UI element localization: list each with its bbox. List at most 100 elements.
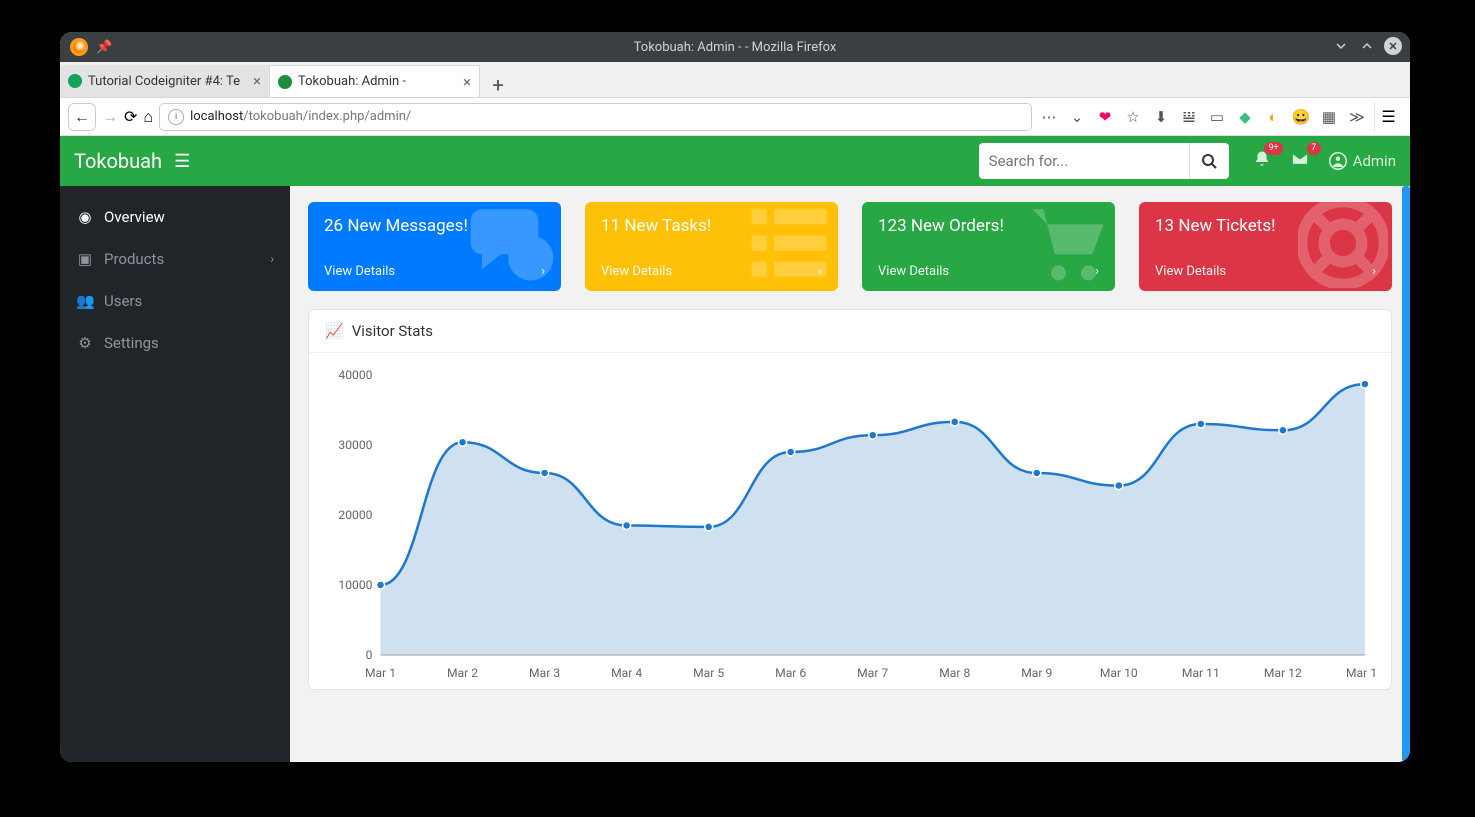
- home-button[interactable]: ⌂: [143, 107, 153, 127]
- users-icon: 👥: [76, 292, 94, 310]
- heart-icon[interactable]: ❤: [1094, 108, 1116, 126]
- card-tickets[interactable]: 13 New Tickets! View Details ›: [1139, 202, 1392, 291]
- tab-title: Tokobuah: Admin -: [298, 74, 457, 89]
- reload-button[interactable]: ⟳: [124, 107, 137, 126]
- svg-text:Mar 4: Mar 4: [611, 666, 642, 680]
- svg-text:10000: 10000: [338, 578, 372, 592]
- svg-text:Mar 12: Mar 12: [1264, 666, 1302, 680]
- sidebar: ◉ Overview ▣ Products › 👥 Users ⚙ Settin…: [60, 186, 290, 762]
- svg-text:Mar 3: Mar 3: [529, 666, 560, 680]
- reader-icon[interactable]: ▭: [1206, 108, 1228, 126]
- card-title: 123 New Orders!: [878, 216, 1099, 236]
- user-label: Admin: [1353, 152, 1396, 170]
- pin-icon[interactable]: 📌: [96, 40, 112, 55]
- card-tasks[interactable]: 11 New Tasks! View Details›: [585, 202, 838, 291]
- sidebar-item-users[interactable]: 👥 Users: [60, 280, 290, 322]
- pocket-icon[interactable]: ⌄: [1066, 108, 1088, 126]
- notif-badge: 9+: [1264, 142, 1282, 155]
- browser-tabstrip: Tutorial Codeigniter #4: Te × Tokobuah: …: [60, 62, 1410, 98]
- svg-text:Mar 8: Mar 8: [939, 666, 970, 680]
- new-tab-button[interactable]: +: [480, 73, 516, 97]
- stats-cards: 26 New Messages! View Details› 11 New Ta…: [308, 202, 1392, 291]
- url-host: localhost: [190, 109, 243, 124]
- svg-text:Mar 6: Mar 6: [775, 666, 806, 680]
- scrollbar-thumb[interactable]: [1402, 186, 1410, 762]
- app-body: ◉ Overview ▣ Products › 👥 Users ⚙ Settin…: [60, 186, 1410, 762]
- library-icon[interactable]: 𝍎: [1178, 108, 1200, 126]
- more-icon[interactable]: ⋯: [1038, 108, 1060, 126]
- tab-close-button[interactable]: ×: [463, 73, 471, 91]
- favicon-icon: [68, 74, 82, 88]
- gear-icon: ⚙: [76, 334, 94, 352]
- browser-toolbar: ← → ⟳ ⌂ i localhost/tokobuah/index.php/a…: [60, 98, 1410, 136]
- sidebar-item-products[interactable]: ▣ Products ›: [60, 238, 290, 280]
- svg-text:Mar 2: Mar 2: [447, 666, 478, 680]
- overflow-icon[interactable]: ≫: [1346, 108, 1368, 126]
- tab-title: Tutorial Codeigniter #4: Te: [88, 74, 247, 89]
- ext-icon[interactable]: ◆: [1234, 108, 1256, 126]
- card-link: View Details: [601, 264, 672, 279]
- window-titlebar: 📌 Tokobuah: Admin - - Mozilla Firefox: [60, 32, 1410, 62]
- sidebar-item-settings[interactable]: ⚙ Settings: [60, 322, 290, 364]
- back-button[interactable]: ←: [68, 103, 96, 131]
- chevron-right-icon: ›: [1372, 264, 1376, 279]
- visitor-stats-chart: 0 10000 20000 30000 40000 Mar 1 Mar 2 Mar 3 Mar …: [325, 365, 1375, 685]
- cubes-icon: ▣: [76, 250, 94, 268]
- svg-text:Mar 9: Mar 9: [1021, 666, 1052, 680]
- window-close-button[interactable]: [1384, 37, 1402, 55]
- brand[interactable]: Tokobuah: [74, 149, 162, 173]
- bookmark-star-icon[interactable]: ☆: [1122, 108, 1144, 126]
- panel-title: Visitor Stats: [352, 322, 433, 340]
- tab-close-button[interactable]: ×: [253, 72, 261, 90]
- svg-text:Mar 11: Mar 11: [1182, 666, 1220, 680]
- search-input[interactable]: [979, 143, 1189, 179]
- card-link: View Details: [1155, 264, 1226, 279]
- sidebar-item-overview[interactable]: ◉ Overview: [60, 196, 290, 238]
- browser-tab[interactable]: Tokobuah: Admin - ×: [270, 65, 480, 97]
- search-button[interactable]: [1189, 143, 1229, 179]
- envelope-icon: [1291, 150, 1309, 168]
- menu-button[interactable]: ☰: [1374, 103, 1402, 131]
- svg-text:30000: 30000: [338, 438, 372, 452]
- browser-window: 📌 Tokobuah: Admin - - Mozilla Firefox Tu…: [60, 32, 1410, 762]
- site-info-icon[interactable]: i: [168, 109, 184, 125]
- messages-button[interactable]: 7: [1291, 150, 1309, 173]
- window-minimize-button[interactable]: [1332, 37, 1350, 55]
- window-title: Tokobuah: Admin - - Mozilla Firefox: [634, 40, 837, 55]
- notifications-button[interactable]: 9+: [1253, 150, 1271, 173]
- card-link: View Details: [878, 264, 949, 279]
- chart-area-icon: 📈: [325, 322, 344, 340]
- user-menu[interactable]: Admin: [1329, 152, 1396, 170]
- sidebar-item-label: Users: [104, 292, 142, 310]
- search-group: [979, 143, 1229, 179]
- card-title: 13 New Tickets!: [1155, 216, 1376, 236]
- firefox-icon: [70, 38, 88, 56]
- content-area: 26 New Messages! View Details› 11 New Ta…: [290, 186, 1410, 762]
- window-maximize-button[interactable]: [1358, 37, 1376, 55]
- sidebar-item-label: Settings: [104, 334, 159, 352]
- svg-text:20000: 20000: [338, 508, 372, 522]
- svg-text:Mar 7: Mar 7: [857, 666, 888, 680]
- svg-text:0: 0: [366, 648, 373, 662]
- downloads-icon[interactable]: ⬇: [1150, 108, 1172, 126]
- chevron-right-icon: ›: [818, 264, 822, 279]
- chevron-right-icon: ›: [541, 264, 545, 279]
- svg-text:Mar 1: Mar 1: [365, 666, 396, 680]
- ext3-icon[interactable]: ▦: [1318, 108, 1340, 126]
- url-bar[interactable]: i localhost/tokobuah/index.php/admin/: [159, 103, 1032, 131]
- forward-button[interactable]: →: [102, 107, 118, 127]
- emoji-icon[interactable]: 😀: [1290, 108, 1312, 126]
- browser-tab[interactable]: Tutorial Codeigniter #4: Te ×: [60, 65, 270, 97]
- ext2-icon[interactable]: ◐: [1262, 108, 1284, 126]
- svg-text:Mar 5: Mar 5: [693, 666, 724, 680]
- chevron-right-icon: ›: [270, 252, 274, 266]
- svg-text:Mar 13: Mar 13: [1346, 666, 1375, 680]
- svg-text:Mar 10: Mar 10: [1100, 666, 1138, 680]
- svg-text:40000: 40000: [338, 368, 372, 382]
- dashboard-icon: ◉: [76, 208, 94, 226]
- card-messages[interactable]: 26 New Messages! View Details›: [308, 202, 561, 291]
- chevron-right-icon: ›: [1095, 264, 1099, 279]
- card-link: View Details: [324, 264, 395, 279]
- sidebar-toggle-button[interactable]: ☰: [174, 151, 190, 172]
- card-orders[interactable]: 123 New Orders! View Details ›: [862, 202, 1115, 291]
